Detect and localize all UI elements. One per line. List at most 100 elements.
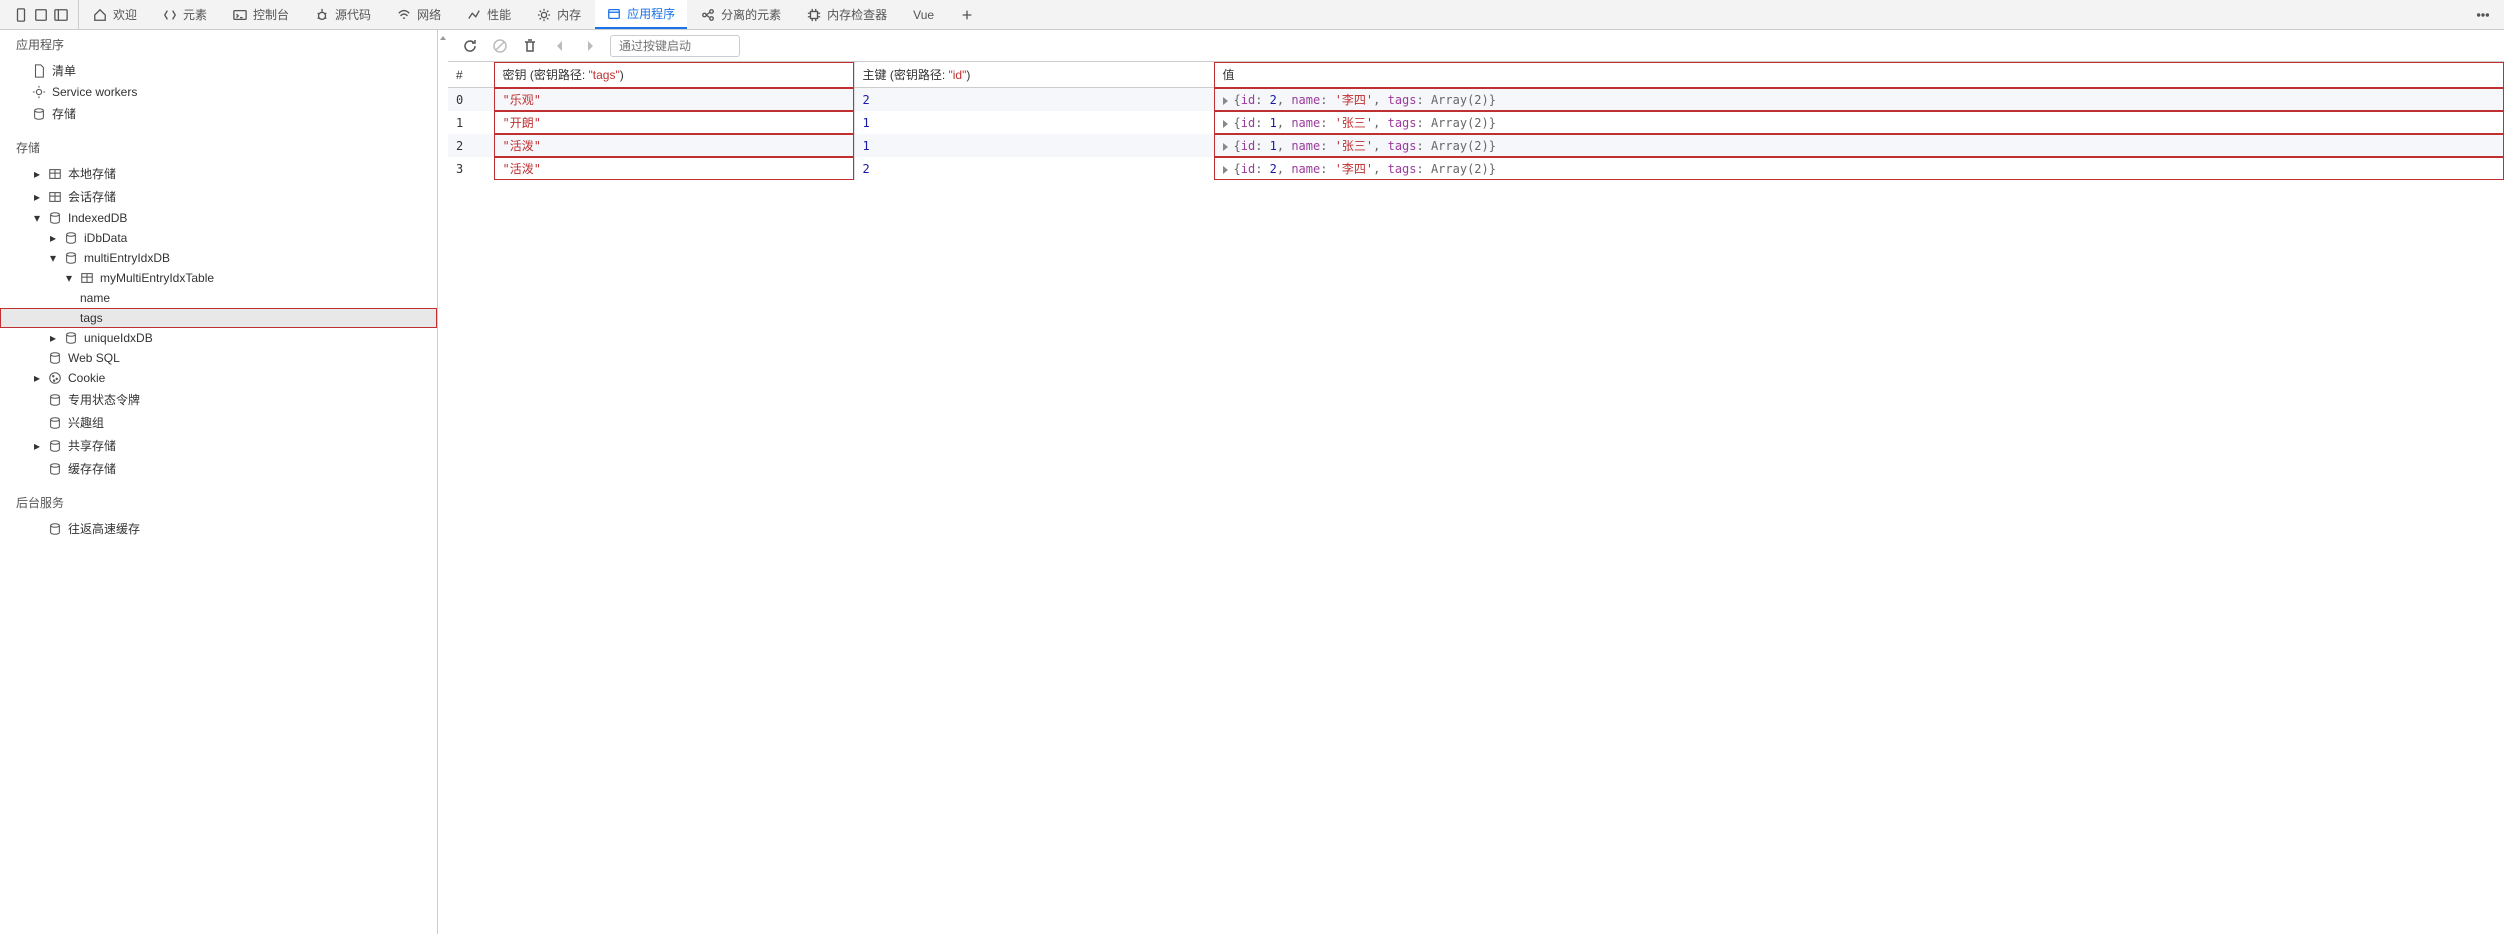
cell-value[interactable]: {id: 2, name: '李四', tags: Array(2)}	[1214, 88, 2504, 112]
sidebar-item-indexeddb[interactable]: ▾IndexedDB	[0, 208, 437, 228]
next-page-button[interactable]	[580, 36, 600, 56]
tab-detached[interactable]: 分离的元素	[689, 0, 793, 29]
sidebar-item-idx-tags[interactable]: tags	[0, 308, 437, 328]
key-start-input[interactable]	[610, 35, 740, 57]
label: IndexedDB	[68, 211, 127, 225]
tab-sources[interactable]: 源代码	[303, 0, 383, 29]
sidebar-item-bfcache[interactable]: 往返高速缓存	[0, 517, 437, 540]
sidebar-item-multientrytable[interactable]: ▾myMultiEntryIdxTable	[0, 268, 437, 288]
tab-meminspect[interactable]: 内存检查器	[795, 0, 899, 29]
sidebar-item-privatestate[interactable]: 专用状态令牌	[0, 388, 437, 411]
refresh-button[interactable]	[460, 36, 480, 56]
tab-elements[interactable]: 元素	[151, 0, 219, 29]
sidebar-item-cachestorage[interactable]: 缓存存储	[0, 457, 437, 480]
label: 会话存储	[68, 188, 116, 205]
application-sidebar: 应用程序 清单 Service workers 存储 存储 ▸本地存储 ▸会话存…	[0, 30, 438, 934]
console-icon	[233, 8, 247, 22]
database-icon	[48, 393, 62, 407]
database-icon	[48, 522, 62, 536]
label: 专用状态令牌	[68, 391, 140, 408]
tab-network[interactable]: 网络	[385, 0, 453, 29]
cell-value[interactable]: {id: 2, name: '李四', tags: Array(2)}	[1214, 157, 2504, 180]
chevron-right-icon: ▸	[32, 371, 42, 385]
sidebar-item-storage[interactable]: 存储	[0, 102, 437, 125]
tab-label: 欢迎	[113, 6, 137, 23]
label: 缓存存储	[68, 460, 116, 477]
section-storage: 存储	[0, 133, 437, 162]
table-row[interactable]: 1"开朗"1{id: 1, name: '张三', tags: Array(2)…	[448, 111, 2504, 134]
table-icon	[80, 271, 94, 285]
cookie-icon	[48, 371, 62, 385]
sidebar-item-idx-name[interactable]: name	[0, 288, 437, 308]
cell-pk: 1	[854, 134, 1214, 157]
cell-value[interactable]: {id: 1, name: '张三', tags: Array(2)}	[1214, 134, 2504, 157]
sidebar-item-uniqueidxdb[interactable]: ▸uniqueIdxDB	[0, 328, 437, 348]
database-icon	[48, 416, 62, 430]
prev-page-button[interactable]	[550, 36, 570, 56]
bug-icon	[315, 8, 329, 22]
label: 本地存储	[68, 165, 116, 182]
cell-key: "活泼"	[494, 134, 854, 157]
database-icon	[48, 462, 62, 476]
database-icon	[48, 439, 62, 453]
more-icon[interactable]	[2476, 8, 2490, 22]
tab-application[interactable]: 应用程序	[595, 0, 687, 29]
cell-index: 0	[448, 88, 494, 112]
section-application: 应用程序	[0, 30, 437, 59]
clear-button[interactable]	[490, 36, 510, 56]
sidebar-item-sessionstorage[interactable]: ▸会话存储	[0, 185, 437, 208]
delete-button[interactable]	[520, 36, 540, 56]
chevron-down-icon: ▾	[48, 251, 58, 265]
sidebar-item-interestgroups[interactable]: 兴趣组	[0, 411, 437, 434]
sidebar-item-sw[interactable]: Service workers	[0, 82, 437, 102]
tab-vue[interactable]: Vue	[901, 0, 946, 29]
device-phone-icon[interactable]	[14, 8, 28, 22]
chevron-right-icon: ▸	[32, 167, 42, 181]
sidebar-item-idbdata[interactable]: ▸iDbData	[0, 228, 437, 248]
sidebar-item-localstorage[interactable]: ▸ 本地存储	[0, 162, 437, 185]
device-tablet-icon[interactable]	[34, 8, 48, 22]
label: 兴趣组	[68, 414, 104, 431]
col-index[interactable]: #	[448, 62, 494, 88]
col-key[interactable]: 密钥 (密钥路径: "tags")	[494, 62, 854, 88]
chip-icon	[807, 8, 821, 22]
col-primarykey[interactable]: 主键 (密钥路径: "id")	[854, 62, 1214, 88]
sidebar-item-multientrydb[interactable]: ▾multiEntryIdxDB	[0, 248, 437, 268]
label: 共享存储	[68, 437, 116, 454]
tab-welcome[interactable]: 欢迎	[81, 0, 149, 29]
cell-value[interactable]: {id: 1, name: '张三', tags: Array(2)}	[1214, 111, 2504, 134]
tab-performance[interactable]: 性能	[455, 0, 523, 29]
plus-icon	[960, 8, 974, 22]
detached-icon	[701, 8, 715, 22]
tab-label: 元素	[183, 6, 207, 23]
gear-icon	[537, 8, 551, 22]
table-row[interactable]: 0"乐观"2{id: 2, name: '李四', tags: Array(2)…	[448, 88, 2504, 112]
table-row[interactable]: 2"活泼"1{id: 1, name: '张三', tags: Array(2)…	[448, 134, 2504, 157]
database-icon	[64, 231, 78, 245]
col-value[interactable]: 值	[1214, 62, 2504, 88]
tab-add[interactable]	[948, 0, 986, 29]
tab-label: 源代码	[335, 6, 371, 23]
table-row[interactable]: 3"活泼"2{id: 2, name: '李四', tags: Array(2)…	[448, 157, 2504, 180]
elements-icon	[163, 8, 177, 22]
tab-console[interactable]: 控制台	[221, 0, 301, 29]
tab-label: 内存检查器	[827, 6, 887, 23]
idb-data-table: # 密钥 (密钥路径: "tags") 主键 (密钥路径: "id") 值 0"…	[448, 62, 2504, 180]
cell-pk: 2	[854, 157, 1214, 180]
sw-icon	[32, 85, 46, 99]
storage-icon	[32, 107, 46, 121]
sidebar-item-manifest[interactable]: 清单	[0, 59, 437, 82]
cell-pk: 2	[854, 88, 1214, 112]
sidebar-item-sharedstorage[interactable]: ▸共享存储	[0, 434, 437, 457]
sidebar-item-cookie[interactable]: ▸Cookie	[0, 368, 437, 388]
tab-memory[interactable]: 内存	[525, 0, 593, 29]
sidebar-resizer[interactable]	[438, 30, 448, 934]
dock-icon[interactable]	[54, 8, 68, 22]
cell-key: "活泼"	[494, 157, 854, 180]
section-bgservices: 后台服务	[0, 488, 437, 517]
chevron-right-icon: ▸	[48, 231, 58, 245]
label: Web SQL	[68, 351, 120, 365]
sidebar-item-websql[interactable]: Web SQL	[0, 348, 437, 368]
cell-pk: 1	[854, 111, 1214, 134]
cell-index: 2	[448, 134, 494, 157]
